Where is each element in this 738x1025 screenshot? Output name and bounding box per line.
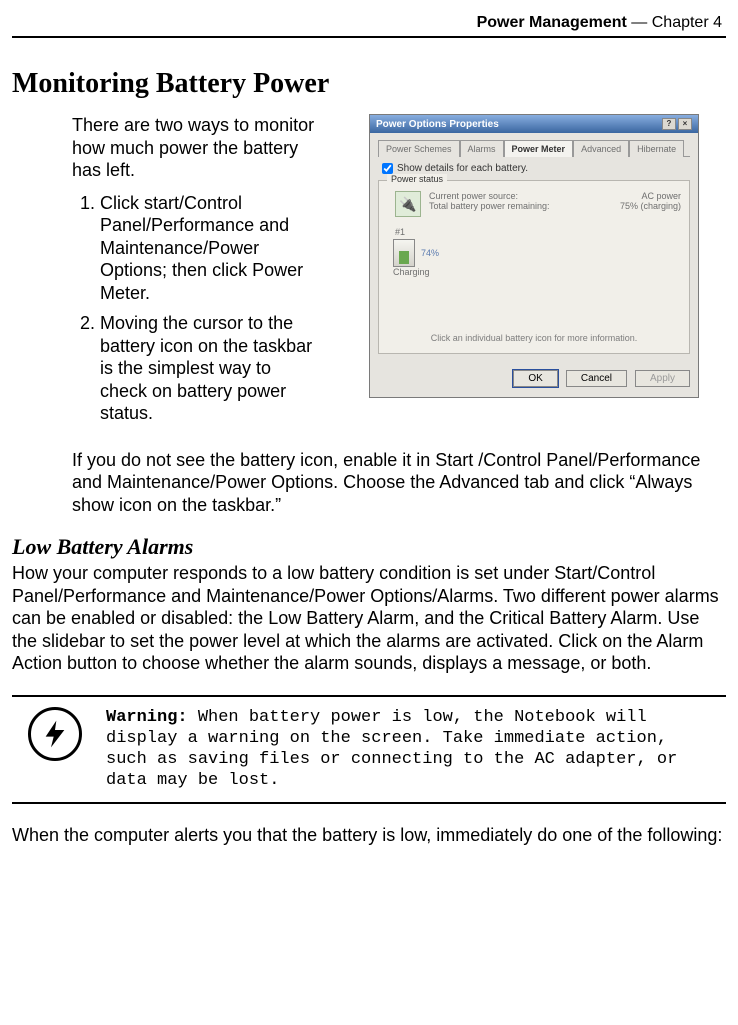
remaining-value: 75% [620, 201, 638, 211]
show-details-checkbox[interactable] [382, 163, 393, 174]
dialog-tabs: Power Schemes Alarms Power Meter Advance… [378, 139, 690, 157]
steps-list: Click start/Control Panel/Performance an… [72, 192, 322, 425]
low-battery-heading: Low Battery Alarms [12, 534, 726, 560]
alarms-para: How your computer responds to a low batt… [12, 562, 726, 675]
apply-button[interactable]: Apply [635, 370, 690, 387]
tab-alarms[interactable]: Alarms [460, 140, 504, 157]
dialog-title: Power Options Properties [376, 119, 499, 130]
ok-button[interactable]: OK [513, 370, 557, 387]
warning-block: Warning: When battery power is low, the … [12, 695, 726, 804]
remaining-note: (charging) [640, 201, 681, 211]
battery-percent: 74% [421, 248, 439, 258]
intro-column: There are two ways to monitor how much p… [72, 114, 322, 433]
power-options-dialog: Power Options Properties ? × Power Schem… [369, 114, 699, 398]
dialog-titlebar: Power Options Properties ? × [370, 115, 698, 133]
tab-power-meter[interactable]: Power Meter [504, 140, 574, 157]
lightning-icon [28, 707, 82, 761]
plug-icon: 🔌 [395, 191, 421, 217]
tab-advanced[interactable]: Advanced [573, 140, 629, 157]
warning-label: Warning: [106, 708, 188, 727]
step-1: Click start/Control Panel/Performance an… [100, 192, 322, 305]
battery-hint: Click an individual battery icon for mor… [387, 333, 681, 343]
header-section: Power Management [477, 14, 627, 31]
power-source-label: Current power source: [429, 191, 518, 201]
power-source-value: AC power [641, 191, 681, 201]
tab-power-schemes[interactable]: Power Schemes [378, 140, 460, 157]
tail-para: When the computer alerts you that the ba… [12, 824, 726, 847]
help-icon[interactable]: ? [662, 118, 676, 130]
cancel-button[interactable]: Cancel [566, 370, 627, 387]
intro-text: There are two ways to monitor how much p… [72, 114, 322, 182]
battery-icon[interactable] [393, 239, 415, 267]
header-chapter: Chapter 4 [652, 14, 722, 31]
remaining-label: Total battery power remaining: [429, 201, 550, 211]
power-status-group: Power status 🔌 Current power source: AC … [378, 180, 690, 354]
page-title: Monitoring Battery Power [12, 68, 726, 100]
tab-hibernate[interactable]: Hibernate [629, 140, 684, 157]
group-title: Power status [387, 174, 447, 184]
warning-text: When battery power is low, the Notebook … [106, 708, 677, 791]
close-icon[interactable]: × [678, 118, 692, 130]
show-details-label: Show details for each battery. [397, 163, 528, 174]
battery-state: Charging [393, 267, 681, 277]
step-2: Moving the cursor to the battery icon on… [100, 312, 322, 425]
enable-icon-para: If you do not see the battery icon, enab… [12, 449, 726, 517]
header-sep: — [627, 14, 652, 31]
running-header: Power Management — Chapter 4 [12, 14, 726, 38]
battery-number: #1 [395, 227, 681, 237]
screenshot-figure: Power Options Properties ? × Power Schem… [342, 114, 726, 433]
